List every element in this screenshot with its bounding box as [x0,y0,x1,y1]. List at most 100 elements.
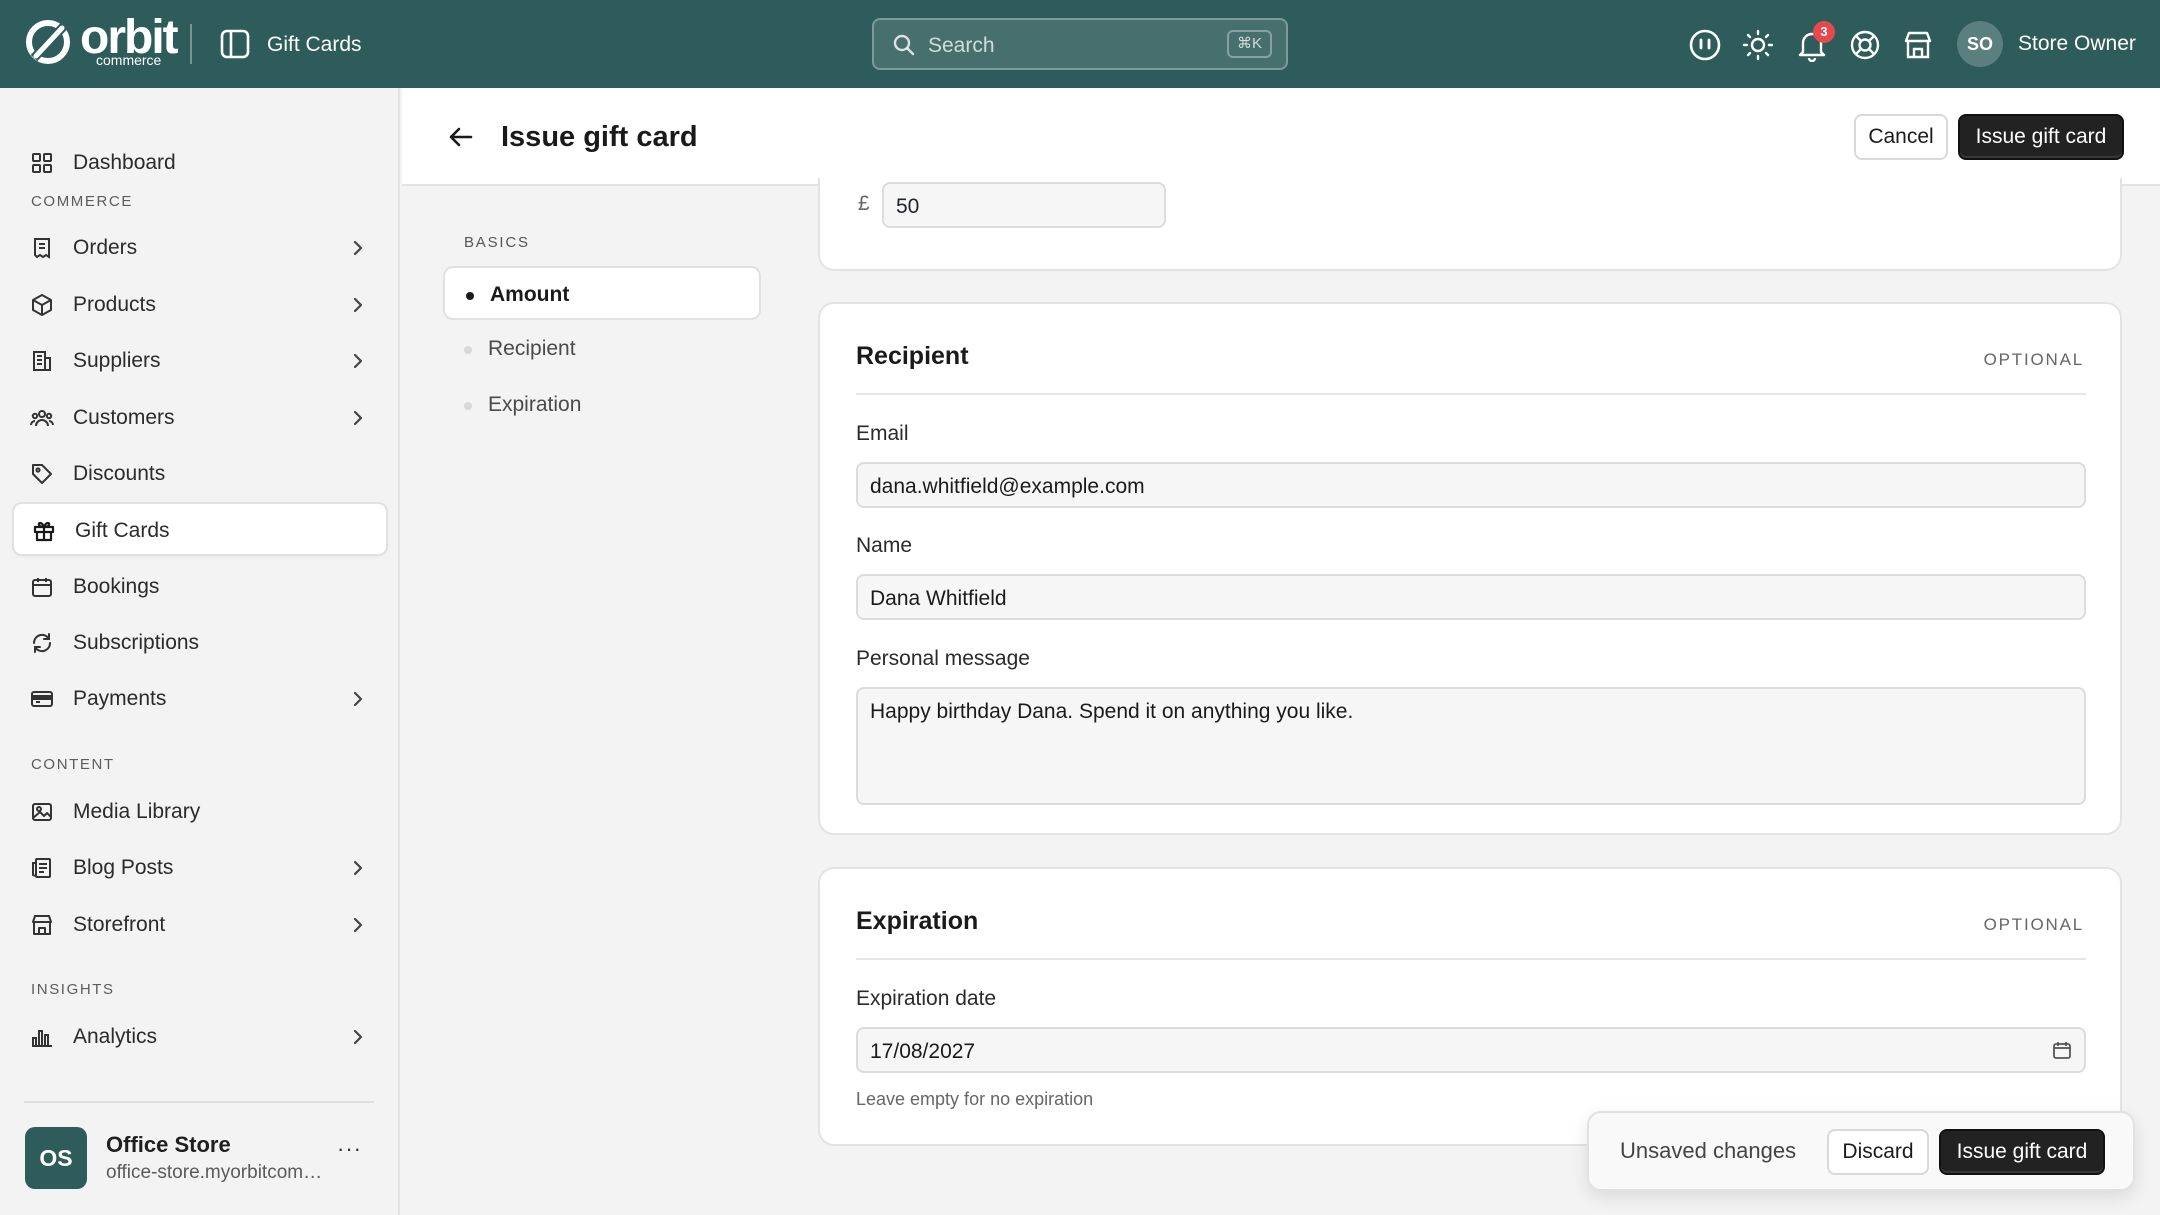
recipient-card-title: Recipient [856,342,969,370]
sidebar-item-orders[interactable]: Orders [12,221,388,275]
assistant-icon[interactable] [1688,28,1722,62]
users-icon [30,410,54,427]
personal-message-textarea[interactable]: Happy birthday Dana. Spend it on anythin… [856,687,2086,805]
sidebar-item-media-library[interactable]: Media Library [12,785,388,839]
chevron-right-icon [353,240,363,256]
refresh-icon [32,633,52,653]
expiration-date-label: Expiration date [856,987,997,1010]
sidebar-item-products[interactable]: Products [12,278,388,332]
sidebar-item-label: Blog Posts [73,856,174,879]
chevron-right-icon [353,917,363,933]
expiration-date-field[interactable]: 17/08/2027 [856,1027,2086,1073]
user-name[interactable]: Store Owner [2018,32,2136,56]
expiration-card-title: Expiration [856,907,979,935]
building-icon [33,351,51,371]
top-bar: orbit commerce Gift Cards Search ⌘K 3 SO… [0,0,2160,88]
sidebar-item-label: Analytics [73,1025,158,1048]
sidebar-item-storefront[interactable]: Storefront [12,898,388,952]
search-shortcut: ⌘K [1226,30,1272,58]
email-label: Email [856,422,909,445]
sidebar-item-label: Gift Cards [75,519,170,542]
sidebar-item-label: Dashboard [73,151,176,174]
personal-message-label: Personal message [856,647,1030,670]
subnav-label: Amount [490,283,570,306]
search-icon [893,34,915,56]
recipient-card: Recipient OPTIONAL Email dana.whitfield@… [818,302,2122,835]
sidebar-toggle-icon[interactable] [220,29,250,59]
gift-icon [33,521,55,542]
notification-badge: 3 [1813,21,1835,43]
sidebar-item-label: Media Library [73,800,201,823]
subnav-group-title: BASICS [464,234,530,251]
newspaper-icon [32,858,51,878]
chevron-right-icon [353,691,363,707]
orbit-logo[interactable]: orbit commerce [24,11,184,68]
card-divider [856,958,2086,960]
discard-button[interactable]: Discard [1827,1129,1929,1175]
card-divider [856,393,2086,395]
expiration-date-value: 17/08/2027 [870,1040,976,1063]
more-options-icon[interactable]: ··· [337,1136,362,1162]
sidebar-item-blog-posts[interactable]: Blog Posts [12,841,388,895]
chevron-right-icon [353,1029,363,1045]
expiration-help-text: Leave empty for no expiration [856,1089,1094,1109]
subnav-label: Recipient [488,337,576,360]
sidebar: Dashboard COMMERCE Orders Products Suppl… [0,88,400,1215]
sidebar-item-discounts[interactable]: Discounts [12,447,388,501]
currency-symbol: £ [858,192,870,215]
arrow-left-icon[interactable] [448,124,474,150]
section-heading-commerce: COMMERCE [31,193,133,210]
sidebar-item-label: Customers [73,406,175,429]
sidebar-item-customers[interactable]: Customers [12,391,388,445]
sidebar-divider [24,1101,374,1103]
sidebar-item-gift-cards[interactable]: Gift Cards [12,502,388,556]
box-icon [32,294,52,316]
amount-input[interactable]: 50 [882,182,1166,228]
subnav-item-expiration[interactable]: Expiration [443,378,761,432]
header-section-title: Gift Cards [267,33,362,56]
chevron-right-icon [353,410,363,426]
calendar-icon[interactable] [2052,1040,2072,1060]
sidebar-item-dashboard[interactable]: Dashboard [12,136,388,190]
subnav-dot [466,292,474,300]
sidebar-item-label: Suppliers [73,349,161,372]
sidebar-item-label: Payments [73,687,167,710]
expiration-card: Expiration OPTIONAL Expiration date 17/0… [818,867,2122,1146]
store-icon[interactable] [1901,28,1935,62]
subnav-item-recipient[interactable]: Recipient [443,322,761,376]
name-field[interactable]: Dana Whitfield [856,574,2086,620]
cancel-button[interactable]: Cancel [1854,114,1948,160]
sidebar-item-label: Products [73,293,156,316]
tag-icon [32,464,52,484]
sidebar-item-suppliers[interactable]: Suppliers [12,334,388,388]
bar-chart-icon [32,1030,52,1047]
sidebar-item-label: Subscriptions [73,631,200,654]
issue-gift-card-bar-button[interactable]: Issue gift card [1939,1129,2105,1175]
sidebar-item-bookings[interactable]: Bookings [12,560,388,614]
email-field[interactable]: dana.whitfield@example.com [856,462,2086,508]
help-lifebuoy-icon[interactable] [1848,28,1882,62]
store-name[interactable]: Office Store [106,1132,231,1158]
sidebar-item-label: Orders [73,236,138,259]
issue-gift-card-button[interactable]: Issue gift card [1958,114,2124,160]
sidebar-item-payments[interactable]: Payments [12,672,388,726]
logo-subtitle: commerce [96,52,162,68]
chevron-right-icon [353,353,363,369]
store-url: office-store.myorbitcommerce.com [106,1162,326,1183]
subnav-dot [464,402,472,410]
sidebar-item-analytics[interactable]: Analytics [12,1010,388,1064]
sun-icon[interactable] [1741,28,1775,62]
search-input[interactable]: Search ⌘K [872,18,1288,70]
subnav-dot [464,346,472,354]
header-divider [190,24,192,64]
subnav-item-amount[interactable]: Amount [443,266,761,320]
user-avatar[interactable]: SO [1957,21,2003,67]
orbit-logo-icon [26,20,70,64]
sidebar-item-subscriptions[interactable]: Subscriptions [12,616,388,670]
sidebar-item-label: Discounts [73,462,166,485]
store-avatar[interactable]: OS [25,1127,87,1189]
subnav-label: Expiration [488,393,582,416]
section-heading-content: CONTENT [31,756,115,773]
sidebar-item-label: Bookings [73,575,160,598]
dashboard-icon [32,153,52,173]
